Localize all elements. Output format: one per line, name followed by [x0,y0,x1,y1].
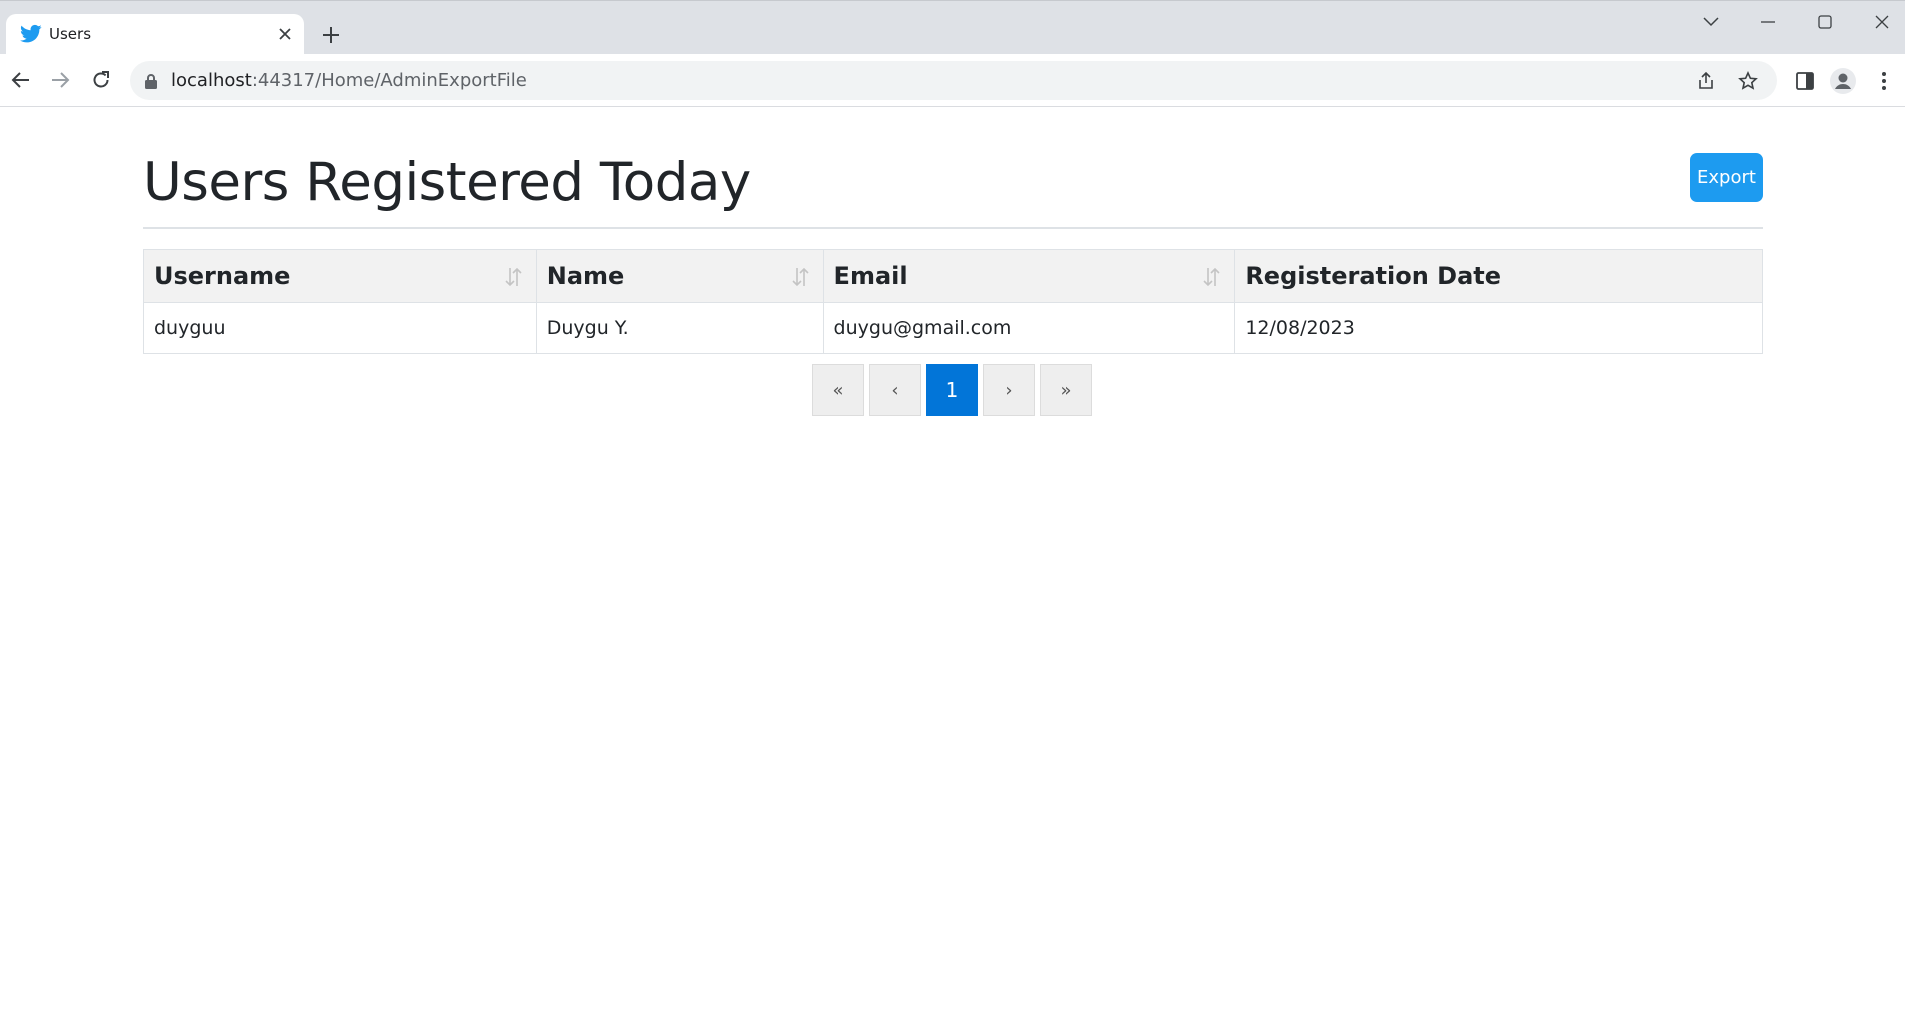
share-icon[interactable] [1693,68,1719,94]
pagination: « ‹ 1 › » [812,364,1092,416]
close-window-icon[interactable] [1860,7,1904,37]
users-table: Username Name Email Registeration Date d… [143,249,1763,354]
browser-tab[interactable]: Users [6,14,304,55]
maximize-icon[interactable] [1803,7,1847,37]
cell-registration-date: 12/08/2023 [1234,302,1763,354]
twitter-bird-icon [20,24,42,43]
star-icon[interactable] [1735,68,1761,94]
next-page-button[interactable]: › [983,364,1035,416]
lock-icon[interactable] [144,73,158,89]
cell-username: duyguu [143,302,537,354]
back-arrow-icon[interactable] [5,64,37,96]
browser-tab-strip: Users [0,0,1905,55]
table-header-row: Username Name Email Registeration Date [143,249,1763,303]
reload-icon[interactable] [85,64,117,96]
address-bar[interactable]: localhost:44317/Home/AdminExportFile [130,61,1777,100]
close-icon[interactable] [274,23,296,45]
sidebar-icon[interactable] [1790,66,1820,96]
cell-name: Duygu Y. [535,302,824,354]
previous-page-button[interactable]: ‹ [869,364,921,416]
plus-icon[interactable] [316,20,346,50]
forward-arrow-icon[interactable] [44,64,76,96]
cell-email: duygu@gmail.com [822,302,1236,354]
current-page-button[interactable]: 1 [926,364,978,416]
column-header-username[interactable]: Username [143,249,537,303]
last-page-button[interactable]: » [1040,364,1092,416]
chevron-down-icon[interactable] [1689,7,1733,37]
column-header-email[interactable]: Email [822,249,1236,303]
browser-toolbar: localhost:44317/Home/AdminExportFile [0,54,1905,107]
url-text: localhost:44317/Home/AdminExportFile [171,70,527,91]
page-content: Users Registered Today Export Username N… [143,107,1763,416]
export-button[interactable]: Export [1690,153,1763,202]
profile-icon[interactable] [1828,66,1858,96]
page-title: Users Registered Today [143,152,751,213]
minimize-icon[interactable] [1746,7,1790,37]
first-page-button[interactable]: « [812,364,864,416]
column-header-name[interactable]: Name [535,249,824,303]
table-row: duyguu Duygu Y. duygu@gmail.com 12/08/20… [143,302,1763,354]
sort-icon [1203,267,1220,287]
page-header: Users Registered Today Export [143,107,1763,229]
column-header-registration-date: Registeration Date [1234,249,1763,303]
sort-icon [791,267,809,287]
tab-title: Users [49,25,92,43]
sort-icon [505,267,522,287]
kebab-menu-icon[interactable] [1869,66,1899,96]
